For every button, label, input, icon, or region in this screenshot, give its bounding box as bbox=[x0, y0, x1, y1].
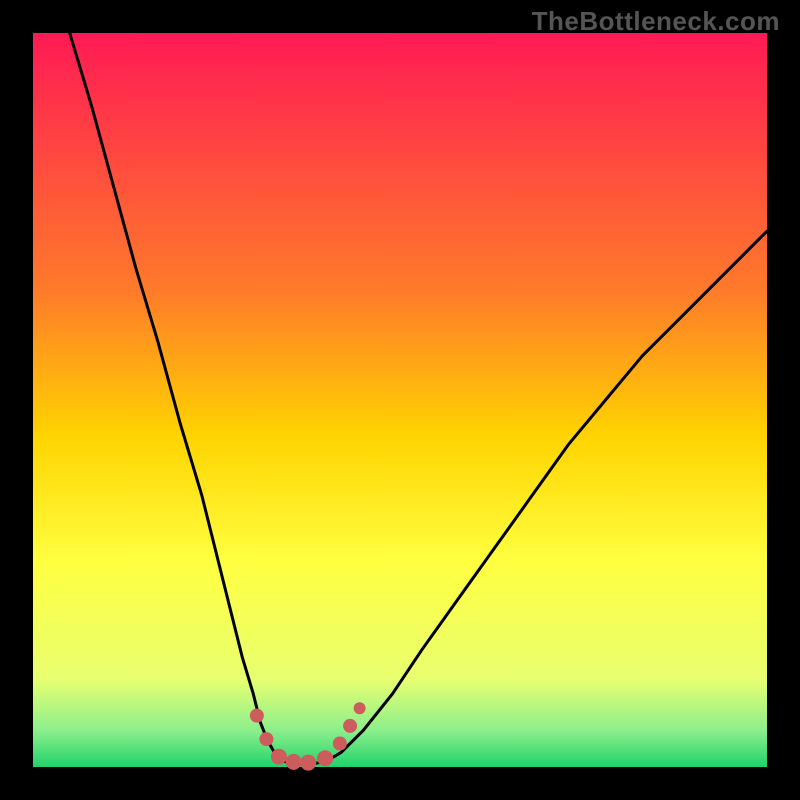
marker-point bbox=[250, 709, 264, 723]
marker-point bbox=[300, 755, 316, 771]
watermark-text: TheBottleneck.com bbox=[532, 6, 780, 37]
marker-point bbox=[271, 749, 287, 765]
marker-point bbox=[343, 719, 357, 733]
marker-point bbox=[286, 754, 302, 770]
marker-point bbox=[354, 702, 366, 714]
marker-point bbox=[259, 732, 273, 746]
marker-point bbox=[333, 737, 347, 751]
plot-area bbox=[33, 33, 767, 767]
marker-point bbox=[317, 750, 333, 766]
chart-root: TheBottleneck.com bbox=[0, 0, 800, 800]
bottleneck-curve-plot bbox=[0, 0, 800, 800]
